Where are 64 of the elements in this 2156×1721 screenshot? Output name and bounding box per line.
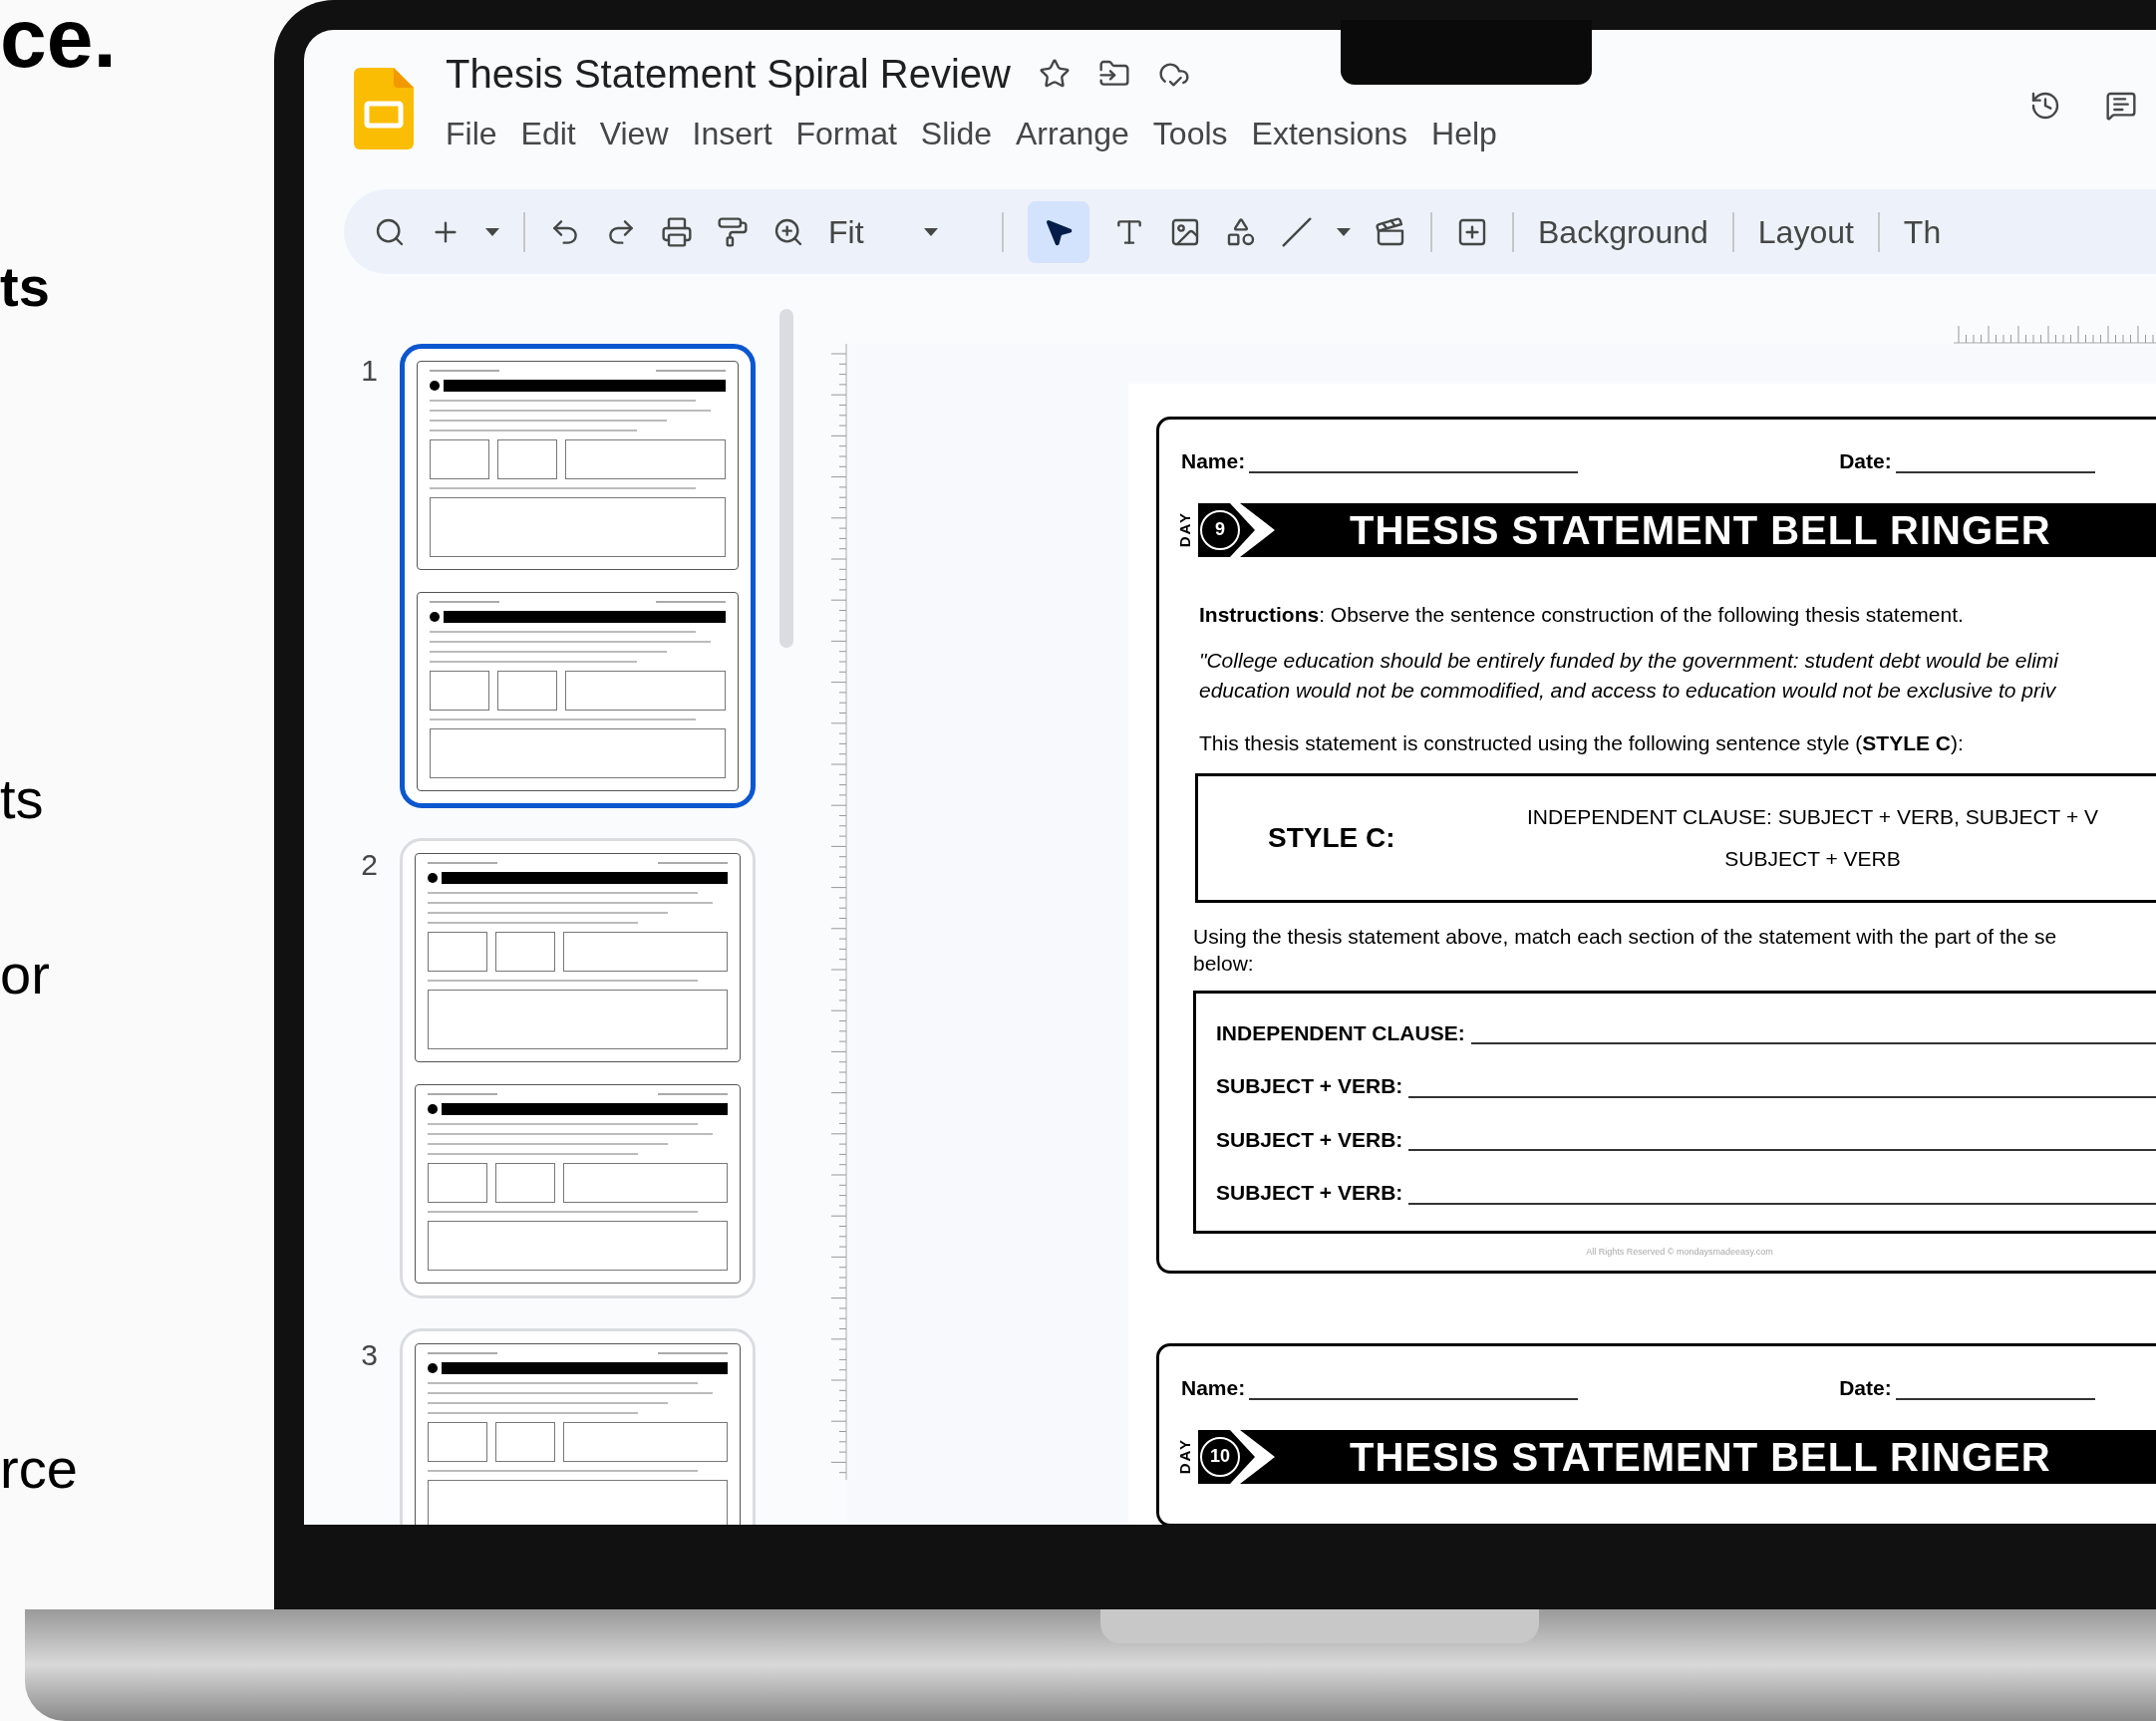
date-label: Date:	[1839, 1375, 1892, 1401]
toolbar-button[interactable]: Background	[1538, 207, 1708, 256]
document-title[interactable]: Thesis Statement Spiral Review	[446, 44, 1011, 104]
star-icon[interactable]	[1038, 58, 1071, 90]
quote-line: education would not be commodified, and access to education would not be exclusive to priv	[1199, 678, 2057, 704]
slide-thumbnail[interactable]	[400, 344, 756, 808]
paint-format-icon[interactable]	[717, 215, 749, 248]
fill-in-line[interactable]	[1408, 1095, 2156, 1098]
copyright-text: All Rights Reserved © mondaysmadeeasy.com	[1586, 1245, 1773, 1259]
line-icon[interactable]	[1281, 215, 1313, 248]
menu-item[interactable]: View	[599, 110, 669, 157]
match-instructions-line: below:	[1193, 950, 1255, 977]
select-tool-button[interactable]	[1028, 200, 1089, 263]
answer-label: SUBJECT + VERB:	[1216, 1180, 1403, 1206]
slides-logo-icon	[354, 68, 414, 149]
shapes-icon[interactable]	[1225, 215, 1257, 248]
slide-number: 1	[360, 353, 378, 389]
answer-label: SUBJECT + VERB:	[1216, 1126, 1403, 1153]
promo-text: ce.	[0, 0, 117, 80]
worksheet-title: THESIS STATEMENT BELL RINGER	[1350, 1433, 2051, 1481]
promo-text: or	[0, 947, 50, 1003]
menu-item[interactable]: File	[446, 110, 497, 157]
menu-item[interactable]: Arrange	[1016, 110, 1129, 157]
scrollbar[interactable]	[779, 309, 793, 648]
toolbar-button[interactable]: Th	[1903, 207, 1942, 256]
print-icon[interactable]	[661, 215, 693, 248]
menu-item[interactable]: Format	[795, 110, 897, 157]
menu-item[interactable]: Extensions	[1251, 110, 1408, 157]
menu-item[interactable]: Edit	[520, 110, 576, 157]
caret-icon[interactable]	[923, 227, 938, 236]
slide-number: 2	[360, 847, 378, 883]
answer-label: SUBJECT + VERB:	[1216, 1073, 1403, 1099]
history-icon[interactable]	[2029, 90, 2061, 122]
style-intro-text: This thesis statement is constructed using the following sentence style (STYLE C):	[1199, 730, 1965, 756]
slide-number: 3	[360, 1337, 378, 1373]
name-label: Name:	[1181, 1375, 1246, 1401]
style-formula-text: SUBJECT + VERB	[1724, 845, 1901, 872]
menu-item[interactable]: Insert	[692, 110, 772, 157]
day-label: DAY	[1177, 1438, 1192, 1475]
answer-label: INDEPENDENT CLAUSE:	[1216, 1019, 1465, 1046]
date-label: Date:	[1839, 448, 1892, 474]
toolbar-button[interactable]: Layout	[1757, 207, 1854, 256]
video-icon[interactable]	[1375, 215, 1406, 248]
comment-icon[interactable]	[2105, 90, 2137, 122]
zoom-dropdown[interactable]: Fit	[828, 207, 978, 256]
quote-line: "College education should be entirely funded by the government: student debt would be elimi	[1199, 648, 2060, 674]
promo-text: ts	[0, 771, 44, 827]
promo-text: rce	[0, 1441, 78, 1497]
name-label: Name:	[1181, 448, 1246, 474]
menu-item[interactable]: Help	[1431, 110, 1497, 157]
instructions-text: Instructions: Observe the sentence construction of the following thesis statement.	[1199, 601, 1965, 628]
style-formula-text: INDEPENDENT CLAUSE: SUBJECT + VERB, SUBJECT + V	[1527, 804, 2098, 830]
day-label: DAY	[1177, 511, 1192, 548]
caret-icon[interactable]	[1337, 227, 1351, 236]
menu-item[interactable]: Slide	[920, 110, 992, 157]
caret-icon[interactable]	[485, 227, 499, 236]
style-label: STYLE C:	[1268, 820, 1396, 855]
worksheet-title: THESIS STATEMENT BELL RINGER	[1350, 506, 2051, 554]
match-instructions-line: Using the thesis statement above, match each section of the statement with the part of the se	[1193, 923, 2058, 950]
day-number-badge: 10	[1200, 1436, 1240, 1477]
menu-item[interactable]: Tools	[1152, 110, 1228, 157]
fill-in-line[interactable]	[1408, 1202, 2156, 1205]
day-number-badge: 9	[1200, 509, 1240, 550]
promo-text: ts	[0, 259, 50, 315]
